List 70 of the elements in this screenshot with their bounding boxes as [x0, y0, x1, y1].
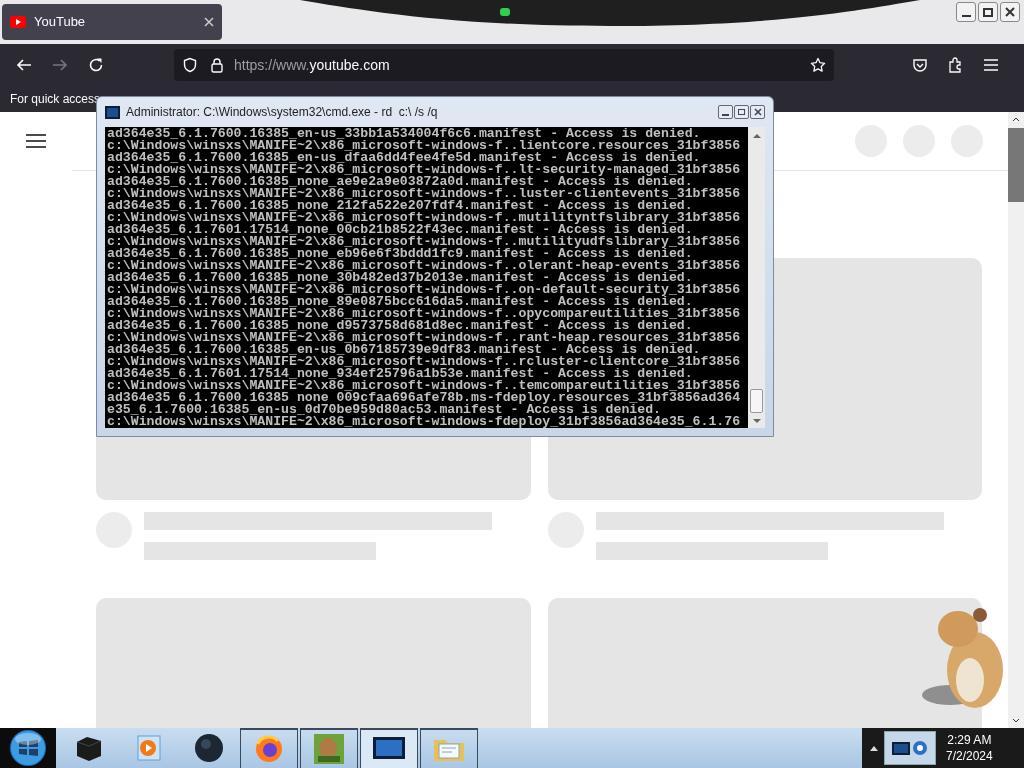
- star-icon[interactable]: [810, 57, 826, 73]
- console-line: ad364e35_6.1.7600.16385_none_30b482ed37b2013e.manifest - Access is denied.: [107, 272, 693, 284]
- console-line: ad364e35_6.1.7600.16385_none_89e0875bcc616da5.manifest - Access is denied.: [107, 296, 693, 308]
- back-icon[interactable]: [16, 57, 32, 73]
- menu-icon[interactable]: [26, 134, 46, 148]
- console-line: ad364e35_6.1.7600.16385_none_ae9e2a9e03872a0d.manifest - Access is denied.: [107, 176, 693, 188]
- close-icon: [1005, 7, 1015, 17]
- maximize-button[interactable]: [734, 105, 749, 119]
- tray-app-icon[interactable]: [884, 731, 936, 765]
- console-line: c:\Windows\winsxs\MANIFE~2\x86_microsoft-windows-f..opycompareutilities_31bf3856: [107, 308, 742, 320]
- window-title: Administrator: C:\Windows\system32\cmd.exe - rd c:\ /s /q: [126, 104, 438, 121]
- console-line: ad364e35_6.1.7601.17514_none_934ef25796a1b53e.manifest - Access is denied.: [107, 368, 693, 380]
- browser-tab[interactable]: YouTube: [2, 4, 222, 40]
- address-bar[interactable]: https://www.youtube.com: [174, 49, 834, 81]
- taskbar-button[interactable]: [240, 728, 298, 768]
- media-player-icon: [136, 734, 162, 762]
- console-line: c:\Windows\winsxs\MANIFE~2\x86_microsoft-windows-f..mutilityntfslibrary_31bf3856: [107, 212, 742, 224]
- console-line: c:\Windows\winsxs\MANIFE~2\x86_microsoft-windows-f..lt-security-managed_31bf3856: [107, 164, 742, 176]
- console-line: c:\Windows\winsxs\MANIFE~2\x86_microsoft-windows-f..temcompareutilities_31bf3856: [107, 380, 742, 392]
- scrollbar[interactable]: [1008, 112, 1024, 728]
- console-line: ad364e35_6.1.7600.16385_en-us_0b67185739e9df83.manifest - Access is denied.: [107, 344, 701, 356]
- taskbar-button[interactable]: [420, 728, 478, 768]
- console-line: c:\Windows\winsxs\MANIFE~2\x86_microsoft-windows-f..olerant-heap-events_31bf3856: [107, 260, 742, 272]
- shield-icon[interactable]: [182, 57, 198, 73]
- console-line: ad364e35 6.1.7600.16385 none 009cfaa696afe78b.ms-fdeploy.resources_31bf3856ad364: [107, 392, 742, 404]
- console-line: c:\Windows\winsxs\MANIFE~2\x86_microsoft-windows-f..mutilityudfslibrary_31bf3856: [107, 236, 742, 248]
- maximize-button[interactable]: [978, 2, 998, 22]
- console-line: c:\Windows\winsxs\MANIFE~2\x86_microsoft-windows-fdeploy_31bf3856ad364e35_6.1.76: [107, 416, 742, 428]
- console-line: c:\Windows\winsxs\MANIFE~2\x86_microsoft-windows-f..rcluster-clientcore_31bf3856: [107, 356, 742, 368]
- scroll-up-icon[interactable]: [752, 133, 761, 138]
- close-icon[interactable]: [204, 17, 214, 27]
- lock-icon[interactable]: [210, 57, 224, 73]
- minimize-button[interactable]: [718, 105, 733, 119]
- pocket-icon[interactable]: [912, 57, 928, 73]
- extensions-icon[interactable]: [948, 57, 964, 73]
- close-button[interactable]: [1000, 2, 1020, 22]
- console-line: ad364e35_6.1.7600.16385_none_eb96e6f3bddd1fc9.manifest - Access is denied.: [107, 248, 693, 260]
- console-line: ad364e35_6.1.7600.16385_none_212fa522e207fdf4.manifest - Access is denied.: [107, 200, 693, 212]
- close-button[interactable]: [750, 105, 765, 119]
- show-hidden-icons-icon[interactable]: [870, 745, 878, 751]
- scrollbar-thumb[interactable]: [750, 389, 763, 413]
- console-line: c:\Windows\winsxs\MANIFE~2\x86_microsoft-windows-f..lientcore.resources_31bf3856: [107, 140, 742, 152]
- url-text: https://www.youtube.com: [234, 55, 390, 75]
- scroll-down-icon[interactable]: [752, 419, 761, 424]
- firefox-icon: [254, 734, 284, 764]
- start-button[interactable]: [9, 729, 47, 767]
- scrollbar[interactable]: [748, 127, 765, 428]
- console-window-icon: [373, 737, 405, 761]
- console-line: ad364e35_6.1.7601.17514_none_00cb21b8522f43ec.manifest - Access is denied.: [107, 224, 693, 236]
- reload-icon[interactable]: [88, 57, 104, 73]
- console-line: ad364e35_6.1.7600.16385_en-us_33bb1a534004f6c6.manifest - Access is denied.: [107, 128, 701, 140]
- cmd-icon: [105, 105, 120, 119]
- forward-icon[interactable]: [52, 57, 68, 73]
- console-line: ad364e35_6.1.7600.16385_en-us_dfaa6dd4fee4fe5d.manifest - Access is denied.: [107, 152, 701, 164]
- clock-time: 2:29 AM: [947, 732, 992, 748]
- console-line: ad364e35_6.1.7600.16385_none_d9573758d681d8ec.manifest - Access is denied.: [107, 320, 693, 332]
- console-line: e35_6.1.7600.16385_en-us_0d70be959d80ac53.manifest - Access is denied.: [107, 404, 661, 416]
- close-icon: [753, 108, 762, 116]
- scroll-down-icon[interactable]: [1012, 718, 1020, 724]
- minimize-button[interactable]: [956, 2, 976, 22]
- taskbar-button[interactable]: [360, 728, 418, 768]
- scrollbar-thumb[interactable]: [1008, 128, 1024, 202]
- console-line: c:\Windows\winsxs\MANIFE~2\x86_microsoft-windows-f..luster-clientevents_31bf3856: [107, 188, 742, 200]
- play-logo-icon: [10, 16, 26, 28]
- console-line: c:\Windows\winsxs\MANIFE~2\x86_microsoft-windows-f..on-default-security_31bf3856: [107, 284, 742, 296]
- scroll-up-icon[interactable]: [1012, 116, 1020, 122]
- console-line: c:\Windows\winsxs\MANIFE~2\x86_microsoft-windows-f..rant-heap.resources_31bf3856: [107, 332, 742, 344]
- taskbar-button[interactable]: [300, 728, 358, 768]
- clock-date: 7/2/2024: [946, 748, 993, 764]
- tab-title: YouTube: [34, 13, 86, 32]
